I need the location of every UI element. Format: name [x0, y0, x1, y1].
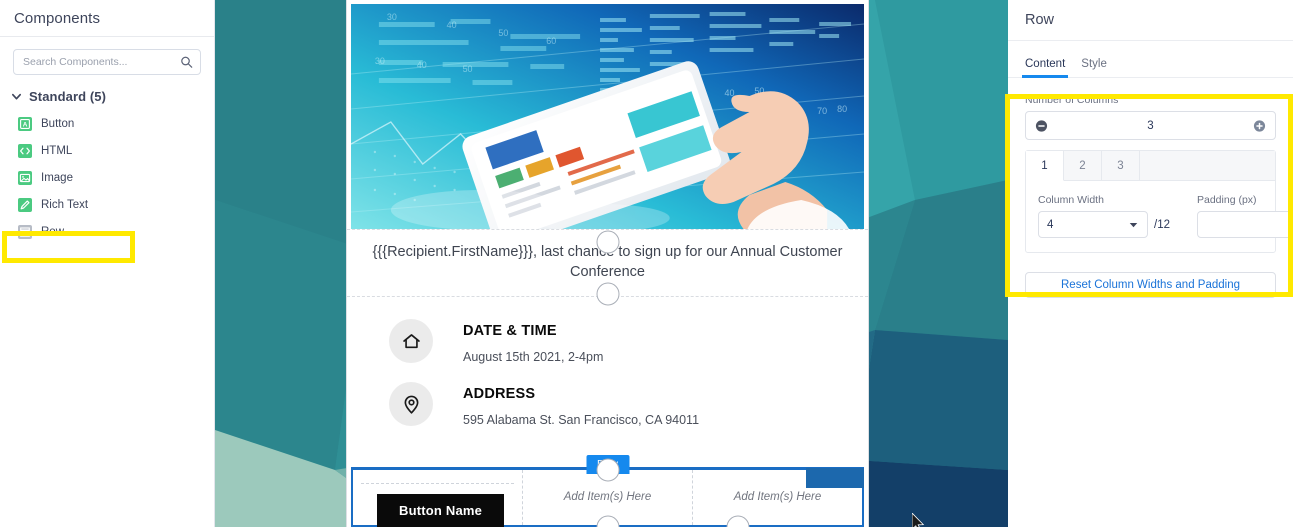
column-width-suffix: /12 — [1154, 218, 1170, 231]
email-builder-app: Components Standard (5) — [0, 0, 1293, 527]
detail-text: ADDRESS 595 Alabama St. San Francisco, C… — [463, 382, 699, 427]
hero-image-block[interactable]: 30 40 50 60 30 40 50 40 50 70 80 — [347, 0, 868, 229]
email-body: 30 40 50 60 30 40 50 40 50 70 80 {{{Reci… — [346, 0, 869, 527]
number-of-columns-stepper[interactable]: 3 — [1025, 111, 1276, 140]
detail-row-address[interactable]: ADDRESS 595 Alabama St. San Francisco, C… — [347, 382, 868, 427]
standard-group-header[interactable]: Standard (5) — [0, 75, 214, 110]
column-tab-3[interactable]: 3 — [1102, 151, 1140, 181]
sidebar-item-button[interactable]: A Button — [0, 110, 214, 137]
search-input[interactable] — [14, 50, 200, 74]
column-tabs-filler — [1140, 151, 1275, 181]
component-list: A Button HTML Image Rich Text Row — [0, 110, 214, 245]
sidebar-header: Components — [0, 0, 214, 37]
properties-panel: Row Content Style Number of Columns 3 1 … — [1008, 0, 1293, 527]
search-box[interactable] — [13, 49, 201, 75]
email-canvas: 30 40 50 60 30 40 50 40 50 70 80 {{{Reci… — [215, 0, 1008, 527]
padding-label: Padding (px) — [1197, 194, 1257, 206]
column-tab-1[interactable]: 1 — [1026, 151, 1064, 181]
column-width-field: Column Width 4 /12 — [1038, 194, 1183, 238]
number-of-columns-value: 3 — [1147, 119, 1154, 132]
sidebar-item-label: Button — [41, 117, 75, 130]
column-width-select[interactable]: 4 — [1038, 211, 1148, 238]
plus-circle-icon[interactable] — [1253, 119, 1266, 132]
standard-group-label: Standard (5) — [29, 89, 107, 104]
detail-heading: ADDRESS — [463, 386, 536, 402]
detail-value: August 15th 2021, 2-4pm — [463, 350, 604, 364]
sidebar-item-rich-text[interactable]: Rich Text — [0, 191, 214, 218]
insert-handle-above-headline[interactable] — [596, 230, 619, 254]
insert-handle-above-row[interactable] — [596, 458, 619, 482]
column-settings-box: 1 2 3 Column Width 4 /12 Padding (px) — [1025, 150, 1293, 253]
properties-panel-body: Number of Columns 3 1 2 3 Column Width 4… — [1008, 78, 1293, 253]
row-column-1[interactable]: Button Name — [353, 470, 523, 527]
svg-text:40: 40 — [725, 88, 735, 98]
home-icon — [389, 319, 433, 363]
svg-text:80: 80 — [837, 104, 847, 114]
detail-row-date-time[interactable]: DATE & TIME August 15th 2021, 2-4pm — [347, 319, 868, 364]
svg-text:40: 40 — [447, 20, 457, 30]
hero-image: 30 40 50 60 30 40 50 40 50 70 80 — [351, 4, 864, 229]
tab-content[interactable]: Content — [1021, 58, 1069, 78]
rows-icon — [18, 224, 32, 239]
minus-circle-icon[interactable] — [1035, 119, 1048, 132]
column-tabs: 1 2 3 — [1026, 151, 1275, 181]
mouse-cursor — [912, 513, 925, 527]
insert-handle-below-headline[interactable] — [596, 282, 619, 306]
image-icon — [18, 170, 32, 185]
detail-heading: DATE & TIME — [463, 323, 557, 339]
button-icon: A — [18, 116, 32, 131]
properties-panel-header: Row — [1008, 0, 1293, 41]
column-placeholder: Add Item(s) Here — [733, 491, 822, 503]
code-icon — [18, 143, 32, 158]
chevron-down-icon — [1129, 220, 1138, 229]
svg-text:60: 60 — [546, 36, 556, 46]
svg-text:A: A — [23, 121, 28, 128]
location-icon — [389, 382, 433, 426]
svg-text:50: 50 — [463, 64, 473, 74]
sidebar-item-label: Row — [41, 225, 65, 238]
number-of-columns-label: Number of Columns — [1025, 94, 1119, 106]
svg-text:70: 70 — [817, 106, 827, 116]
column-settings-body: Column Width 4 /12 Padding (px) — [1026, 181, 1293, 252]
chevron-down-icon — [11, 91, 22, 102]
column-width-value: 4 — [1047, 218, 1054, 231]
sidebar-item-image[interactable]: Image — [0, 164, 214, 191]
search-icon — [180, 56, 193, 69]
components-sidebar: Components Standard (5) — [0, 0, 215, 527]
reset-column-widths-button[interactable]: Reset Column Widths and Padding — [1025, 272, 1276, 298]
search-wrapper — [0, 37, 214, 75]
page-title: Components — [14, 9, 101, 27]
sidebar-item-label: Rich Text — [41, 198, 89, 211]
svg-text:30: 30 — [387, 12, 397, 22]
detail-value: 595 Alabama St. San Francisco, CA 94011 — [463, 413, 700, 427]
tab-style[interactable]: Style — [1081, 58, 1107, 77]
detail-text: DATE & TIME August 15th 2021, 2-4pm — [463, 319, 603, 364]
button-component[interactable]: Button Name — [377, 494, 505, 527]
sidebar-item-html[interactable]: HTML — [0, 137, 214, 164]
properties-panel-title: Row — [1025, 12, 1055, 28]
column-tab-2[interactable]: 2 — [1064, 151, 1102, 181]
details-block[interactable]: DATE & TIME August 15th 2021, 2-4pm ADDR… — [347, 296, 868, 459]
svg-text:50: 50 — [498, 28, 508, 38]
svg-text:30: 30 — [375, 56, 385, 66]
sidebar-item-label: HTML — [41, 144, 73, 157]
column-width-label: Column Width — [1038, 194, 1104, 206]
padding-field: Padding (px) — [1197, 194, 1293, 238]
sidebar-item-label: Image — [41, 171, 73, 184]
pencil-icon — [18, 197, 32, 212]
svg-text:40: 40 — [417, 60, 427, 70]
padding-input[interactable] — [1197, 211, 1293, 238]
column-width-row: 4 /12 — [1038, 211, 1183, 238]
sidebar-item-row[interactable]: Row — [0, 218, 214, 245]
properties-tabs: Content Style — [1008, 41, 1293, 78]
row-column-3[interactable]: Add Item(s) Here — [693, 470, 862, 525]
